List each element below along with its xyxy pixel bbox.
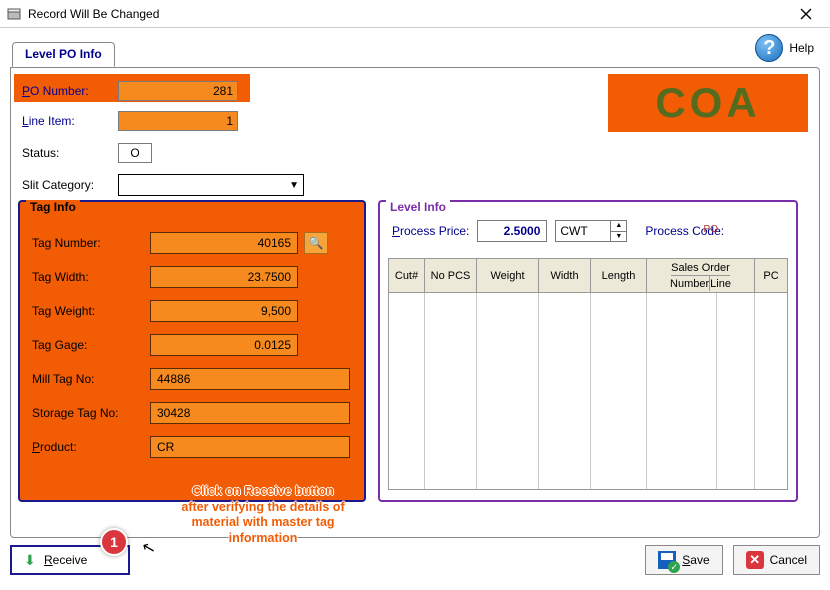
chevron-down-icon: ▼ [289,180,299,191]
tag-info-group: Tag Info Tag Number: 40165 🔍 Tag Width: … [18,200,366,502]
col-width: Width [539,259,591,292]
col-cut: Cut# [389,259,425,292]
chevron-up-icon: ▲ [611,221,626,232]
table-header: Cut# No PCS Weight Width Length Sales Or… [389,259,787,293]
save-button[interactable]: ✓ Save [645,545,722,575]
slit-category-label: Slit Category: [22,178,118,192]
table-body [389,293,787,489]
level-info-title: Level Info [386,200,450,214]
col-sales-order-group: Sales Order Number Line [647,259,755,292]
col-sales-order: Sales Order [671,260,730,276]
chevron-down-icon: ▼ [611,232,626,242]
receive-label: Receive [44,553,87,567]
tag-weight-label: Tag Weight: [32,304,150,318]
po-fields: PO Number: 281 Line Item: 1 Status: O Sl… [22,78,342,202]
title-bar: Record Will Be Changed [0,0,830,28]
line-item-field[interactable]: 1 [118,111,238,131]
main-area: Level PO Info ? Help COA PO Number: 281 … [0,28,830,590]
tag-width-label: Tag Width: [32,270,150,284]
col-weight: Weight [477,259,539,292]
search-icon: 🔍 [309,236,324,250]
product-field[interactable]: CR [150,436,350,458]
po-mark-label: PO [704,224,718,235]
cancel-button[interactable]: ✕ Cancel [733,545,820,575]
tag-gage-label: Tag Gage: [32,338,150,352]
cancel-label: Cancel [770,553,807,567]
save-icon: ✓ [658,551,676,569]
line-item-label: Line Item: [22,114,118,128]
col-pc: PC [755,259,787,292]
col-so-line: Line [710,276,731,291]
coa-badge: COA [608,74,808,132]
tag-weight-field[interactable]: 9,500 [150,300,298,322]
annotation-text: Click on Receive button after verifying … [178,484,348,547]
slit-category-select[interactable]: ▼ [118,174,304,196]
tag-number-field[interactable]: 40165 [150,232,298,254]
tab-strip: Level PO Info [12,42,115,67]
status-field: O [118,143,152,163]
po-number-label: PO Number: [22,84,118,98]
help-area: ? Help [755,34,814,62]
tag-width-field[interactable]: 23.7500 [150,266,298,288]
status-label: Status: [22,146,118,160]
cancel-icon: ✕ [746,551,764,569]
level-info-group: Level Info PO Process Price: 2.5000 CWT … [378,200,798,502]
storage-tag-label: Storage Tag No: [32,406,150,420]
storage-tag-field[interactable]: 30428 [150,402,350,424]
process-price-label: Process Price: [392,224,469,238]
po-number-field[interactable]: 281 [118,81,238,101]
level-info-table[interactable]: Cut# No PCS Weight Width Length Sales Or… [388,258,788,490]
save-label: Save [682,553,709,567]
footer: ⬇ Receive ✓ Save ✕ Cancel [10,540,820,580]
close-button[interactable] [786,1,826,27]
col-length: Length [591,259,647,292]
process-price-unit-stepper[interactable]: ▲ ▼ [611,220,627,242]
tag-number-label: Tag Number: [32,236,150,250]
tag-gage-field[interactable]: 0.0125 [150,334,298,356]
col-so-number: Number [670,276,710,291]
product-label: Product: [32,440,150,454]
receive-icon: ⬇ [24,553,38,567]
help-icon[interactable]: ? [755,34,783,62]
annotation-badge: 1 [100,528,128,556]
tag-info-title: Tag Info [26,200,80,214]
mill-tag-label: Mill Tag No: [32,372,150,386]
app-icon [6,6,22,22]
mill-tag-field[interactable]: 44886 [150,368,350,390]
tab-level-po-info[interactable]: Level PO Info [12,42,115,67]
process-price-field[interactable]: 2.5000 [477,220,547,242]
process-price-unit-field[interactable]: CWT [555,220,611,242]
help-label: Help [789,41,814,55]
col-no-pcs: No PCS [425,259,477,292]
tag-number-lookup-button[interactable]: 🔍 [304,232,328,254]
window-title: Record Will Be Changed [28,7,786,21]
